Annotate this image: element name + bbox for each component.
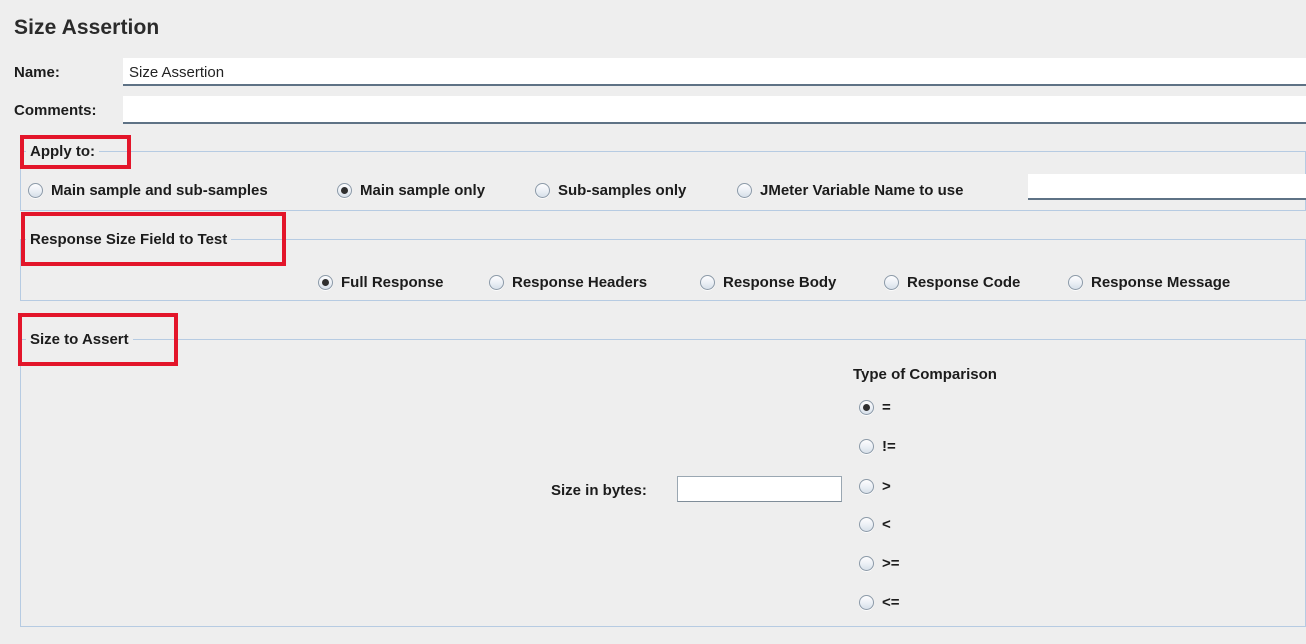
radio-comparison-greater-equal[interactable]: >=: [859, 555, 900, 572]
radio-response-headers[interactable]: Response Headers: [489, 274, 647, 291]
name-label: Name:: [14, 64, 60, 81]
comments-row: Comments:: [0, 96, 1306, 128]
radio-indicator[interactable]: [859, 479, 874, 494]
radio-comparison-equal[interactable]: =: [859, 399, 891, 416]
radio-indicator[interactable]: [318, 275, 333, 290]
radio-response-code[interactable]: Response Code: [884, 274, 1020, 291]
radio-indicator[interactable]: [535, 183, 550, 198]
size-in-bytes-input[interactable]: [677, 476, 842, 502]
radio-response-body[interactable]: Response Body: [700, 274, 836, 291]
type-of-comparison-heading: Type of Comparison: [853, 366, 997, 383]
radio-indicator[interactable]: [859, 517, 874, 532]
radio-indicator[interactable]: [489, 275, 504, 290]
radio-label: !=: [882, 438, 896, 455]
radio-comparison-less-than[interactable]: <: [859, 516, 891, 533]
apply-to-title: Apply to:: [26, 143, 99, 160]
radio-comparison-less-equal[interactable]: <=: [859, 594, 900, 611]
radio-label: <: [882, 516, 891, 533]
radio-indicator[interactable]: [884, 275, 899, 290]
radio-label: Main sample and sub-samples: [51, 182, 268, 199]
page-title: Size Assertion: [14, 16, 160, 39]
jmeter-variable-name-input[interactable]: [1028, 174, 1306, 200]
radio-label: >: [882, 478, 891, 495]
radio-label: <=: [882, 594, 900, 611]
name-input[interactable]: [123, 58, 1306, 86]
radio-indicator[interactable]: [1068, 275, 1083, 290]
radio-indicator[interactable]: [700, 275, 715, 290]
radio-main-sample-and-sub-samples[interactable]: Main sample and sub-samples: [28, 182, 268, 199]
radio-indicator[interactable]: [859, 400, 874, 415]
radio-label: Full Response: [341, 274, 444, 291]
radio-label: Response Code: [907, 274, 1021, 291]
radio-label: Response Body: [723, 274, 837, 291]
radio-comparison-greater-than[interactable]: >: [859, 478, 891, 495]
radio-label: JMeter Variable Name to use: [760, 182, 964, 199]
radio-indicator[interactable]: [28, 183, 43, 198]
radio-label: Response Headers: [512, 274, 648, 291]
radio-indicator[interactable]: [337, 183, 352, 198]
size-to-assert-title: Size to Assert: [26, 331, 133, 348]
radio-indicator[interactable]: [859, 439, 874, 454]
response-size-field-panel: [20, 239, 1306, 301]
radio-main-sample-only[interactable]: Main sample only: [337, 182, 485, 199]
comments-label: Comments:: [14, 102, 97, 119]
radio-label: =: [882, 399, 891, 416]
radio-indicator[interactable]: [859, 556, 874, 571]
radio-sub-samples-only[interactable]: Sub-samples only: [535, 182, 686, 199]
name-row: Name:: [0, 58, 1306, 90]
size-in-bytes-label: Size in bytes:: [551, 482, 647, 499]
radio-response-message[interactable]: Response Message: [1068, 274, 1230, 291]
radio-jmeter-variable-name[interactable]: JMeter Variable Name to use: [737, 182, 963, 199]
radio-label: >=: [882, 555, 900, 572]
size-to-assert-panel: [20, 339, 1306, 627]
radio-label: Response Message: [1091, 274, 1231, 291]
radio-label: Main sample only: [360, 182, 486, 199]
radio-full-response[interactable]: Full Response: [318, 274, 444, 291]
radio-comparison-not-equal[interactable]: !=: [859, 438, 896, 455]
radio-indicator[interactable]: [737, 183, 752, 198]
response-size-field-title: Response Size Field to Test: [26, 231, 232, 248]
radio-indicator[interactable]: [859, 595, 874, 610]
radio-label: Sub-samples only: [558, 182, 687, 199]
comments-input[interactable]: [123, 96, 1306, 124]
